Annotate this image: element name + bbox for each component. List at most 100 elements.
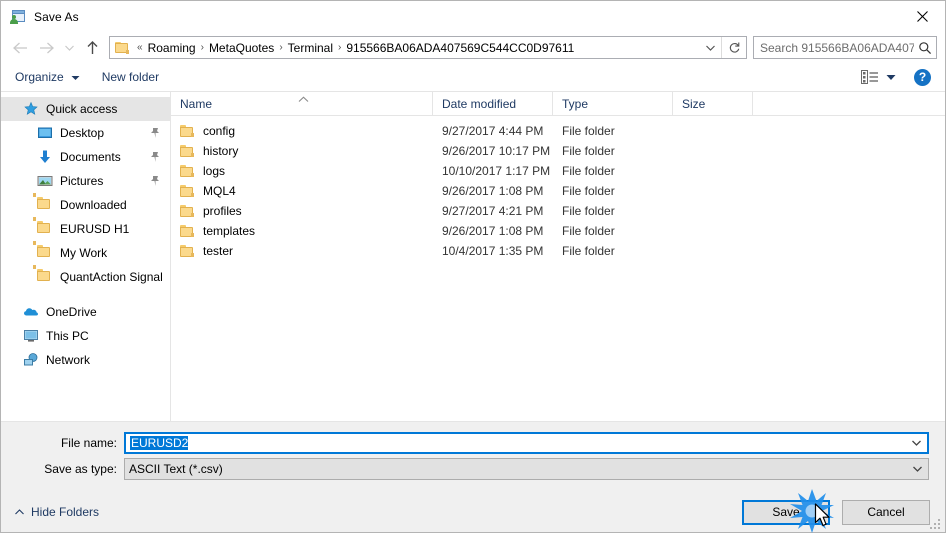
file-name: history [203,144,239,158]
column-header-size[interactable]: Size [673,92,753,115]
breadcrumb-item-1[interactable]: MetaQuotes [207,41,276,55]
file-name-cell: history [171,144,433,158]
sidebar-item-quantaction-signal[interactable]: QuantAction Signal [1,265,170,289]
file-name-dropdown-button[interactable] [905,439,927,447]
file-type-cell: File folder [562,184,615,198]
column-header-name[interactable]: Name [171,92,433,115]
change-view-button[interactable] [861,70,896,84]
sidebar-item-quick-access[interactable]: Quick access [1,97,170,121]
new-folder-label: New folder [101,70,160,84]
folder-icon [180,245,195,257]
save-form: File name: EURUSD2 Save as type: ASCII T… [1,422,945,492]
file-date-cell: 9/26/2017 10:17 PM [442,144,551,158]
save-as-type-select[interactable]: ASCII Text (*.csv) [124,458,929,480]
column-header-row: Name Date modified Type Size [171,92,945,116]
save-button[interactable]: Save [742,499,830,525]
view-caret-icon [886,70,896,84]
file-name: config [203,124,236,138]
table-row[interactable]: history 9/26/2017 10:17 PM File folder [171,141,945,161]
table-row[interactable]: profiles 9/27/2017 4:21 PM File folder [171,201,945,221]
file-name-label: File name: [60,436,117,450]
table-row[interactable]: config 9/27/2017 4:44 PM File folder [171,121,945,141]
table-row[interactable]: templates 9/26/2017 1:08 PM File folder [171,221,945,241]
sidebar-item-label: Desktop [60,126,105,140]
chevron-down-icon [64,45,74,51]
sidebar-item-label: Network [46,353,91,367]
file-name: templates [203,224,256,238]
sidebar-item-desktop[interactable]: Desktop [1,121,170,145]
sidebar-item-my-work[interactable]: My Work [1,241,170,265]
cancel-button[interactable]: Cancel [842,499,930,525]
sidebar-item-eurusd-h1[interactable]: EURUSD H1 [1,217,170,241]
file-date-cell: 10/10/2017 1:17 PM [442,164,551,178]
column-header-type[interactable]: Type [553,92,673,115]
sidebar-item-label: QuantAction Signal [60,270,163,284]
hide-folders-button[interactable]: Hide Folders [15,505,99,519]
thispc-icon [23,328,39,344]
column-label: Name [180,96,213,111]
close-button[interactable] [899,1,945,31]
back-button[interactable] [7,36,33,60]
new-folder-button[interactable]: New folder [102,66,159,88]
network-icon [23,352,39,368]
organize-button[interactable]: Organize [15,66,80,88]
sidebar-item-downloaded[interactable]: Downloaded [1,193,170,217]
cancel-label: Cancel [867,505,905,519]
address-bar[interactable]: « Roaming › MetaQuotes › Terminal › 9155… [109,36,747,59]
folder-icon [33,265,53,285]
search-box[interactable]: Search 915566BA06ADA40756... [753,36,937,59]
breadcrumb-item-2[interactable]: Terminal [286,41,335,55]
onedrive-icon [23,304,39,320]
file-name-value: EURUSD2 [130,436,189,450]
sidebar-item-documents[interactable]: Documents [1,145,170,169]
refresh-button[interactable] [721,37,746,58]
file-name-cell: tester [171,244,433,258]
save-as-icon [10,9,26,25]
address-dropdown-button[interactable] [699,37,721,58]
breadcrumb-item-0[interactable]: Roaming [146,41,198,55]
close-icon [916,10,928,22]
up-button[interactable] [79,36,105,60]
sort-ascending-icon [298,92,309,106]
file-name-field[interactable]: EURUSD2 [124,432,929,454]
chevron-down-icon [912,466,922,472]
folder-icon [180,165,195,177]
sidebar-item-onedrive[interactable]: OneDrive [1,300,170,324]
sidebar-item-label: Documents [60,150,121,164]
file-name-row: File name: EURUSD2 [1,432,945,454]
organize-label: Organize [15,70,64,84]
sidebar-item-pictures[interactable]: Pictures [1,169,170,193]
back-arrow-icon [12,42,27,53]
table-row[interactable]: tester 10/4/2017 1:35 PM File folder [171,241,945,261]
breadcrumb-item-3[interactable]: 915566BA06ADA407569C544CC0D97611 [344,41,576,55]
sidebar-item-label: Downloaded [60,198,127,212]
chevron-down-icon [705,45,715,51]
column-header-date-modified[interactable]: Date modified [433,92,553,115]
folder-icon [180,205,195,217]
recent-locations-button[interactable] [59,36,79,60]
file-type-cell: File folder [562,204,615,218]
file-name-cell: config [171,124,433,138]
sidebar-item-network[interactable]: Network [1,348,170,372]
sidebar-item-this-pc[interactable]: This PC [1,324,170,348]
column-label: Size [682,96,706,111]
navigation-pane: Quick access Desktop Documents Pictures … [1,92,171,421]
table-row[interactable]: logs 10/10/2017 1:17 PM File folder [171,161,945,181]
file-name: logs [203,164,226,178]
breadcrumb-separator: › [200,42,204,53]
save-as-type-row: Save as type: ASCII Text (*.csv) [1,458,945,480]
forward-button[interactable] [33,36,59,60]
dialog-footer: Hide Folders Save Cancel [1,492,945,532]
resize-grip[interactable] [929,517,942,530]
file-name-input[interactable]: EURUSD2 [126,436,905,450]
table-row[interactable]: MQL4 9/26/2017 1:08 PM File folder [171,181,945,201]
dialog-body: Quick access Desktop Documents Pictures … [1,92,945,422]
file-type-cell: File folder [562,144,615,158]
save-as-type-dropdown-button[interactable] [906,465,928,473]
folder-icon [33,241,53,261]
help-button[interactable]: ? [914,68,931,86]
search-input[interactable]: Search 915566BA06ADA40756... [754,41,914,55]
column-label: Date modified [442,96,517,111]
window-title: Save As [34,9,79,24]
breadcrumb-overflow[interactable]: « [134,42,146,53]
